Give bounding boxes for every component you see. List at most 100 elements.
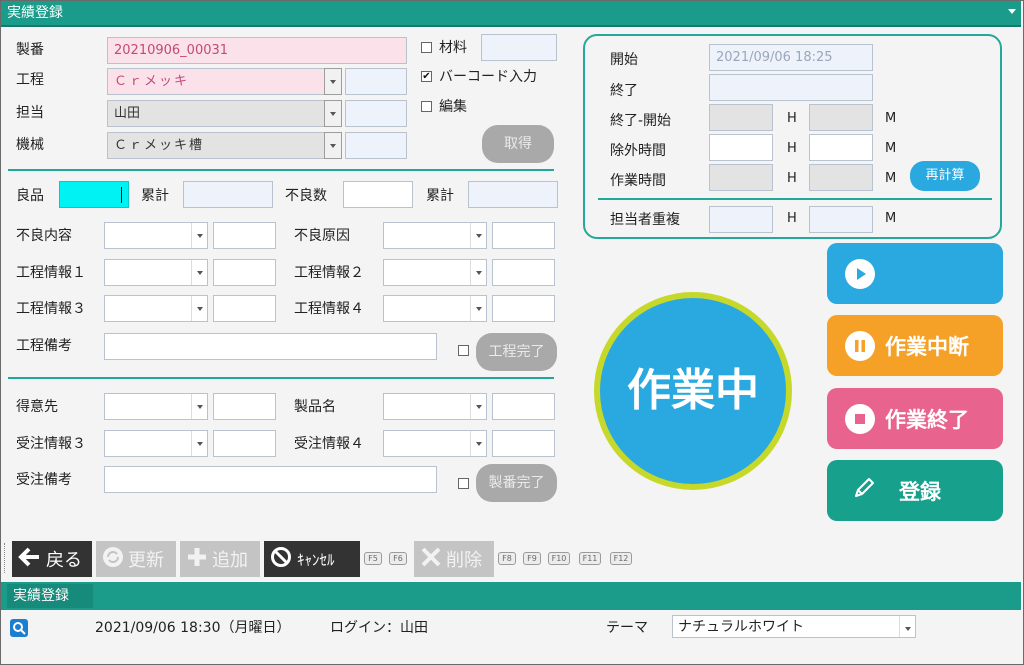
- start-field[interactable]: 2021/09/06 18:25: [709, 44, 873, 71]
- plus-icon: [186, 546, 208, 573]
- end-label: 終了: [610, 83, 638, 99]
- exclude-hours-field[interactable]: [709, 134, 773, 161]
- exclude-m-unit: M: [885, 141, 897, 156]
- juchu3-code-field[interactable]: [213, 430, 276, 457]
- koutei4-code-field[interactable]: [492, 295, 555, 322]
- overlap-minutes-field[interactable]: [809, 206, 873, 233]
- juchu4-select[interactable]: [383, 430, 487, 457]
- koutei4-select[interactable]: [383, 295, 487, 322]
- pencil-icon: [849, 473, 879, 508]
- kikai-label: 機械: [16, 137, 44, 153]
- separator-2: [8, 377, 554, 379]
- chevron-down-icon: [191, 296, 207, 321]
- kikai-code-field[interactable]: [345, 132, 407, 159]
- ryouhin-field[interactable]: [59, 181, 129, 208]
- diff-hours-field: [709, 104, 773, 131]
- tokuisaki-select[interactable]: [104, 393, 208, 420]
- zairyo-checkbox[interactable]: [421, 42, 432, 53]
- f12-key[interactable]: F12: [610, 552, 632, 565]
- add-button[interactable]: 追加: [180, 541, 260, 577]
- arrow-left-icon: [18, 545, 42, 574]
- kikai-dropdown-button[interactable]: [324, 132, 342, 159]
- f9-key[interactable]: F9: [523, 552, 541, 565]
- theme-select[interactable]: ナチュラルホワイト: [672, 615, 916, 638]
- pause-button[interactable]: 作業中断: [827, 315, 1003, 376]
- delete-button[interactable]: 削除: [414, 541, 494, 577]
- status-indicator: 作業中: [594, 292, 792, 490]
- koutei-kanryo-button[interactable]: 工程完了: [476, 333, 557, 371]
- f8-key[interactable]: F8: [498, 552, 516, 565]
- prohibit-icon: [270, 546, 292, 572]
- koutei1-label: 工程情報１: [16, 265, 86, 281]
- koutei-bikou-label: 工程備考: [16, 338, 72, 354]
- furyou-naiyou-code-field[interactable]: [213, 222, 276, 249]
- tantou-dropdown-button[interactable]: [324, 100, 342, 127]
- koutei-kanryo-checkbox[interactable]: [458, 345, 469, 356]
- seiban-kanryo-checkbox[interactable]: [458, 478, 469, 489]
- ruikei2-field[interactable]: [468, 181, 558, 208]
- zairyo-label: 材料: [439, 40, 467, 56]
- shutoku-button[interactable]: 取得: [482, 125, 554, 163]
- juchu-bikou-field[interactable]: [104, 466, 437, 493]
- cancel-button[interactable]: ｷｬﾝｾﾙ: [264, 541, 360, 577]
- seiban-field[interactable]: 20210906_00031: [107, 37, 407, 64]
- overlap-hours-field[interactable]: [709, 206, 773, 233]
- tantou-label: 担当: [16, 105, 44, 121]
- work-hours-field: [709, 164, 773, 191]
- seihinmei-code-field[interactable]: [492, 393, 555, 420]
- koutei-dropdown-button[interactable]: [324, 68, 342, 95]
- koutei-field[interactable]: Ｃｒメッキ: [107, 68, 325, 95]
- seihinmei-select[interactable]: [383, 393, 487, 420]
- f10-key[interactable]: F10: [548, 552, 570, 565]
- chevron-down-icon: [191, 223, 207, 248]
- juchu3-select[interactable]: [104, 430, 208, 457]
- diff-h-unit: H: [787, 111, 797, 126]
- tantou-code-field[interactable]: [345, 100, 407, 127]
- title-dropdown-icon[interactable]: [1008, 9, 1016, 14]
- recalc-button[interactable]: 再計算: [910, 161, 980, 191]
- furyousu-field[interactable]: [343, 181, 413, 208]
- koutei2-code-field[interactable]: [492, 259, 555, 286]
- koutei1-select[interactable]: [104, 259, 208, 286]
- tab-jisseki[interactable]: 実績登録: [7, 584, 93, 608]
- barcode-label: バーコード入力: [439, 69, 537, 85]
- update-button[interactable]: 更新: [96, 541, 176, 577]
- f11-key[interactable]: F11: [579, 552, 601, 565]
- tantou-field[interactable]: 山田: [107, 100, 325, 127]
- kikai-field[interactable]: Ｃｒメッキ槽: [107, 132, 325, 159]
- furyou-naiyou-select[interactable]: [104, 222, 208, 249]
- koutei3-select[interactable]: [104, 295, 208, 322]
- ruikei-field[interactable]: [183, 181, 273, 208]
- overlap-m-unit: M: [885, 211, 897, 226]
- work-h-unit: H: [787, 171, 797, 186]
- barcode-checkbox[interactable]: ✔: [421, 71, 432, 82]
- seiban-kanryo-button[interactable]: 製番完了: [476, 464, 557, 502]
- time-panel-separator: [598, 198, 992, 200]
- furyou-naiyou-label: 不良内容: [16, 228, 72, 244]
- end-field[interactable]: [709, 74, 873, 101]
- koutei-bikou-field[interactable]: [104, 333, 437, 360]
- koutei3-code-field[interactable]: [213, 295, 276, 322]
- juchu4-code-field[interactable]: [492, 430, 555, 457]
- status-datetime: 2021/09/06 18:30（月曜日）: [95, 620, 291, 636]
- koutei2-select[interactable]: [383, 259, 487, 286]
- update-label: 更新: [128, 550, 164, 571]
- koutei1-code-field[interactable]: [213, 259, 276, 286]
- henshu-checkbox[interactable]: [421, 101, 432, 112]
- furyou-genin-code-field[interactable]: [492, 222, 555, 249]
- koutei-code-field[interactable]: [345, 68, 407, 95]
- back-button[interactable]: 戻る: [12, 541, 92, 577]
- register-button[interactable]: 登録: [827, 460, 1003, 521]
- f5-key[interactable]: F5: [364, 552, 382, 565]
- furyou-genin-select[interactable]: [383, 222, 487, 249]
- theme-value: ナチュラルホワイト: [678, 619, 804, 635]
- start-button[interactable]: [827, 243, 1003, 304]
- stop-icon: [845, 403, 875, 434]
- zairyo-field[interactable]: [481, 34, 557, 61]
- end-button[interactable]: 作業終了: [827, 388, 1003, 449]
- bottom-tab-bar: 実績登録: [1, 582, 1021, 610]
- chevron-down-icon: [191, 431, 207, 456]
- tokuisaki-code-field[interactable]: [213, 393, 276, 420]
- exclude-minutes-field[interactable]: [809, 134, 873, 161]
- f6-key[interactable]: F6: [389, 552, 407, 565]
